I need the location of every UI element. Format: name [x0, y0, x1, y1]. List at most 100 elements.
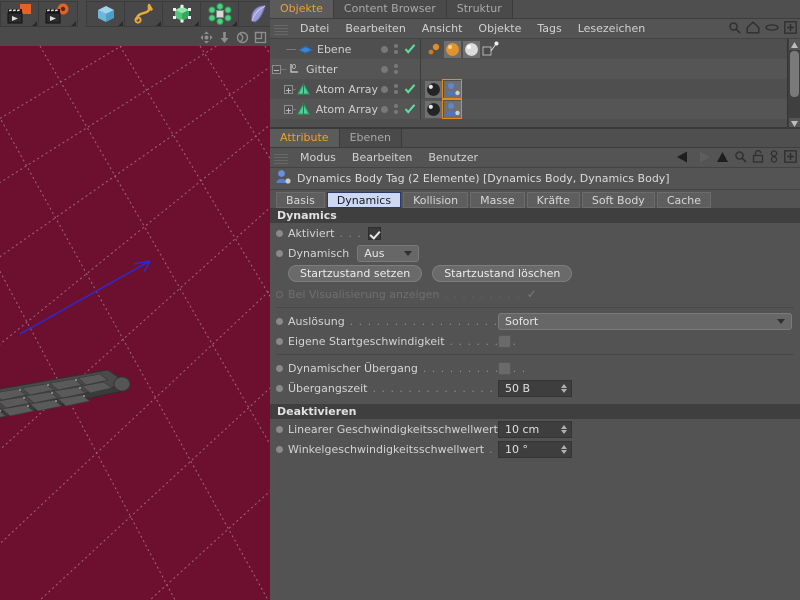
label-bei-visualisierung-anzeigen: Bei Visualisierung anzeigen	[288, 287, 440, 301]
tab-attribute[interactable]: Attribute	[270, 128, 340, 147]
table-row[interactable]: Atom Array	[270, 99, 800, 119]
up-arrow-icon[interactable]	[716, 151, 729, 166]
plus-box-icon[interactable]	[784, 150, 797, 166]
tab-kollision[interactable]: Kollision	[403, 192, 469, 208]
tab-ebenen[interactable]: Ebenen	[339, 128, 402, 147]
param-bullet-icon[interactable]	[276, 445, 283, 453]
zoom-camera-icon[interactable]	[216, 29, 232, 45]
menu-benutzer[interactable]: Benutzer	[420, 151, 486, 164]
spinner-arrows-icon[interactable]	[561, 424, 567, 434]
move-camera-icon[interactable]	[198, 29, 214, 45]
param-bullet-icon[interactable]	[276, 425, 283, 433]
scrollbar-thumb[interactable]	[789, 51, 799, 97]
tab-content-browser[interactable]: Content Browser	[333, 0, 447, 18]
param-bullet-icon[interactable]	[276, 290, 283, 298]
tab-masse[interactable]: Masse	[470, 192, 525, 208]
material-white-icon[interactable]	[462, 40, 480, 58]
render-view-icon[interactable]	[1, 1, 39, 27]
numberfield-winkelgeschwindigkeitsschwellwert[interactable]: 10 °	[498, 440, 572, 458]
back-arrow-icon[interactable]	[676, 151, 691, 166]
tab-objekte[interactable]: Objekte	[270, 0, 334, 18]
numberfield-uebergangszeit[interactable]: 50 B	[498, 379, 572, 397]
spinner-arrows-icon[interactable]	[561, 383, 567, 393]
drag-grip-icon[interactable]	[274, 151, 288, 164]
menu-modus[interactable]: Modus	[292, 151, 344, 164]
checkmark-icon[interactable]: ✓	[527, 287, 537, 301]
material-dark-icon[interactable]	[424, 100, 442, 118]
dynamics-body-tag-icon[interactable]	[442, 79, 462, 99]
visibility-dot-render[interactable]	[390, 84, 402, 94]
clear-initial-state-button[interactable]: Startzustand löschen	[432, 265, 573, 282]
param-bullet-icon[interactable]	[276, 337, 283, 345]
array-icon[interactable]	[201, 1, 239, 27]
param-bullet-icon[interactable]	[276, 229, 283, 237]
visibility-dot-editor[interactable]	[378, 105, 390, 113]
enable-tick-icon[interactable]	[402, 43, 418, 55]
param-bullet-icon[interactable]	[276, 249, 283, 257]
tab-dynamics[interactable]: Dynamics	[326, 192, 402, 208]
expander-toggle[interactable]	[283, 104, 293, 114]
visibility-dot-editor[interactable]	[378, 45, 390, 53]
tab-kraefte[interactable]: Kräfte	[526, 192, 580, 208]
tab-struktur[interactable]: Struktur	[446, 0, 513, 18]
dropdown-dynamisch[interactable]: Aus	[357, 244, 420, 262]
menu-ansicht[interactable]: Ansicht	[414, 22, 471, 35]
visibility-dot-render[interactable]	[390, 104, 402, 114]
scroll-up-arrow-icon[interactable]	[788, 39, 800, 50]
render-settings-icon[interactable]	[39, 1, 77, 27]
material-small-icon[interactable]	[424, 40, 442, 58]
expander-toggle[interactable]	[283, 84, 293, 94]
param-bullet-icon[interactable]	[276, 317, 283, 325]
enable-tick-icon[interactable]	[402, 83, 418, 95]
checkbox-eigene-startgeschwindigkeit[interactable]	[498, 334, 511, 348]
spline-icon[interactable]	[125, 1, 163, 27]
numberfield-linearer-geschwindigkeitsschwellwert[interactable]: 10 cm	[498, 420, 572, 438]
tab-cache[interactable]: Cache	[656, 192, 712, 208]
chain-link-icon[interactable]	[769, 150, 779, 166]
lens-icon[interactable]	[765, 21, 779, 37]
checkbox-dynamischer-uebergang[interactable]	[498, 361, 511, 375]
table-row[interactable]: 0 Gitter	[270, 59, 800, 79]
dynamics-body-tag-icon[interactable]	[442, 99, 462, 119]
generator-icon[interactable]	[163, 1, 201, 27]
checkbox-aktiviert[interactable]	[367, 226, 381, 240]
set-initial-state-button[interactable]: Startzustand setzen	[288, 265, 423, 282]
expander-toggle[interactable]	[272, 64, 281, 74]
connector-tag-icon[interactable]	[481, 40, 499, 58]
material-orange-icon[interactable]	[443, 40, 461, 58]
menu-bearbeiten[interactable]: Bearbeiten	[344, 151, 420, 164]
visibility-dot-editor[interactable]	[378, 65, 390, 73]
maximize-view-icon[interactable]	[252, 29, 268, 45]
menu-bearbeiten[interactable]: Bearbeiten	[337, 22, 413, 35]
object-manager-scrollbar[interactable]	[787, 39, 800, 127]
visibility-dot-render[interactable]	[390, 44, 402, 54]
tab-basis[interactable]: Basis	[276, 192, 325, 208]
dropdown-ausloesung[interactable]: Sofort	[498, 312, 792, 330]
drag-grip-icon[interactable]	[274, 22, 288, 35]
object-manager-list[interactable]: Ebene 0 Gitter Atom Array Atom Array	[270, 39, 800, 129]
plus-box-icon[interactable]	[784, 21, 797, 37]
menu-datei[interactable]: Datei	[292, 22, 337, 35]
label-winkelgeschwindigkeitsschwellwert: Winkelgeschwindigkeitsschwellwert	[288, 442, 485, 456]
tab-soft-body[interactable]: Soft Body	[581, 192, 655, 208]
cube-primitive-icon[interactable]	[87, 1, 125, 27]
menu-tags[interactable]: Tags	[529, 22, 569, 35]
home-icon[interactable]	[746, 21, 760, 37]
viewport-3d[interactable]	[0, 28, 270, 600]
unlock-icon[interactable]	[752, 149, 764, 166]
material-dark-icon[interactable]	[424, 80, 442, 98]
menu-objekte[interactable]: Objekte	[470, 22, 529, 35]
menu-lesezeichen[interactable]: Lesezeichen	[570, 22, 654, 35]
scroll-down-arrow-icon[interactable]	[788, 118, 800, 127]
param-bullet-icon[interactable]	[276, 364, 283, 372]
table-row[interactable]: Ebene	[270, 39, 800, 59]
param-bullet-icon[interactable]	[276, 384, 283, 392]
visibility-dot-render[interactable]	[390, 64, 402, 74]
search-icon[interactable]	[728, 21, 741, 37]
enable-tick-icon[interactable]	[402, 103, 418, 115]
table-row[interactable]: Atom Array	[270, 79, 800, 99]
search-icon[interactable]	[734, 150, 747, 166]
visibility-dot-editor[interactable]	[378, 85, 390, 93]
spinner-arrows-icon[interactable]	[561, 444, 567, 454]
rotate-camera-icon[interactable]	[234, 29, 250, 45]
